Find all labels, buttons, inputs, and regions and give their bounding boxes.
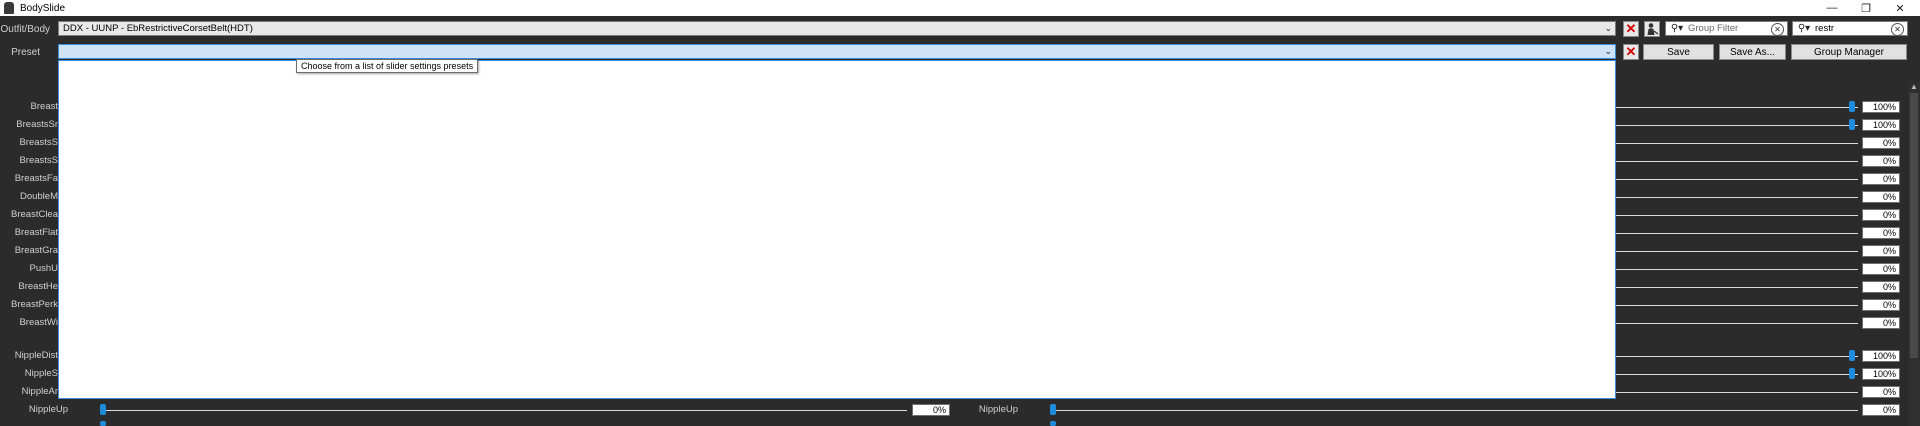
slider-track[interactable] (103, 410, 907, 411)
slider-track[interactable] (1616, 179, 1858, 180)
chevron-down-icon[interactable]: ⌄ (1604, 23, 1612, 34)
slider-track[interactable] (1616, 305, 1858, 306)
slider-value-input[interactable]: 100% (1862, 119, 1900, 131)
slider-value-input[interactable]: 0% (1862, 299, 1900, 311)
slider-label: BreastsS (19, 155, 58, 166)
slider-thumb[interactable] (100, 404, 106, 415)
slider-label: NippleAr (21, 386, 58, 397)
slider-track[interactable] (1616, 323, 1858, 324)
slider-value-input[interactable]: 0% (912, 404, 950, 416)
slider-track[interactable] (1616, 269, 1858, 270)
scrollbar-thumb[interactable] (1910, 93, 1918, 358)
slider-value-input[interactable]: 0% (1862, 173, 1900, 185)
save-as-button[interactable]: Save As... (1719, 44, 1786, 60)
group-filter-input[interactable]: Group Filter (1688, 23, 1738, 34)
slider-track[interactable] (1616, 251, 1858, 252)
slider-value-input[interactable]: 100% (1862, 368, 1900, 380)
slider-value-input[interactable]: 0% (1862, 227, 1900, 239)
slider-label: DoubleM (19, 191, 58, 202)
slider-thumb[interactable] (1050, 404, 1056, 415)
slider-label: BreastWi (19, 317, 58, 328)
slider-panel-scrollbar[interactable]: ▲ (1908, 82, 1920, 426)
clear-search-icon[interactable]: ✕ (1771, 23, 1784, 36)
slider-thumb[interactable] (1849, 101, 1855, 112)
slider-label: BreastGra (14, 245, 58, 256)
slider-track[interactable] (1616, 107, 1858, 108)
slider-label: NippleDist (14, 350, 58, 361)
chevron-down-icon[interactable]: ⌄ (1604, 46, 1612, 57)
group-manager-button[interactable]: Group Manager (1791, 44, 1907, 60)
slider-label: PushU (29, 263, 58, 274)
slider-value-input[interactable]: 0% (1862, 386, 1900, 398)
clear-preset-button[interactable]: ✕ (1623, 44, 1639, 60)
slider-value-input[interactable]: 0% (1862, 404, 1900, 416)
outfit-filter-search[interactable]: ⚲▾ restr ✕ (1792, 21, 1908, 36)
slider-track[interactable] (1053, 410, 1858, 411)
search-icon: ⚲▾ (1797, 23, 1811, 34)
slider-thumb[interactable] (100, 421, 106, 426)
slider-track[interactable] (1616, 215, 1858, 216)
window-title: BodySlide (20, 2, 66, 14)
slider-label: BreastPerk (11, 299, 58, 310)
preset-tooltip: Choose from a list of slider settings pr… (296, 59, 479, 73)
slider-value-input[interactable]: 0% (1862, 191, 1900, 203)
scroll-up-icon[interactable]: ▲ (1909, 82, 1919, 92)
slider-label: NippleUp (28, 404, 68, 415)
slider-label: Breast (30, 101, 58, 112)
slider-value-input[interactable]: 0% (1862, 209, 1900, 221)
search-icon: ⚲▾ (1670, 23, 1684, 34)
slider-track[interactable] (1616, 392, 1858, 393)
slider-track[interactable] (1616, 161, 1858, 162)
outfit-body-value: DDX - UUNP - EbRestrictiveCorsetBelt(HDT… (63, 23, 253, 34)
slider-value-input[interactable]: 0% (1862, 281, 1900, 293)
slider-track[interactable] (1616, 356, 1858, 357)
save-button[interactable]: Save (1643, 44, 1714, 60)
clear-search-icon[interactable]: ✕ (1891, 23, 1904, 36)
outfit-filter-toggle-button[interactable] (1644, 21, 1660, 37)
close-icon[interactable]: ✕ (1880, 0, 1920, 16)
person-icon (1647, 23, 1659, 35)
preset-combo[interactable]: ⌄ (58, 44, 1616, 59)
slider-value-input[interactable]: 0% (1862, 137, 1900, 149)
outfit-filter-input[interactable]: restr (1815, 23, 1834, 34)
slider-value-input[interactable]: 0% (1862, 263, 1900, 275)
slider-value-input[interactable]: 100% (1862, 101, 1900, 113)
bodyslide-app-icon (4, 2, 14, 14)
slider-label: BreastHe (18, 281, 58, 292)
slider-value-input[interactable]: 0% (1862, 155, 1900, 167)
slider-value-input[interactable]: 100% (1862, 350, 1900, 362)
slider-thumb[interactable] (1849, 119, 1855, 130)
slider-label: NippleS (24, 368, 58, 379)
slider-track[interactable] (1616, 374, 1858, 375)
preset-label: Preset (11, 47, 40, 58)
outfit-body-label: Outfit/Body (0, 24, 50, 35)
slider-thumb[interactable] (1849, 368, 1855, 379)
slider-track[interactable] (1616, 233, 1858, 234)
slider-label: BreastsFa (14, 173, 58, 184)
slider-value-input[interactable]: 0% (1862, 317, 1900, 329)
group-filter-search[interactable]: ⚲▾ Group Filter ✕ (1665, 21, 1788, 36)
slider-track[interactable] (1616, 125, 1858, 126)
slider-value-input[interactable]: 0% (1862, 245, 1900, 257)
slider-label: BreastsS (19, 137, 58, 148)
title-bar: BodySlide (0, 0, 1920, 16)
slider-thumb[interactable] (1050, 421, 1056, 426)
slider-label: BreastFlat (14, 227, 58, 238)
slider-label: NippleUp (978, 404, 1018, 415)
slider-label: BreastsSr (16, 119, 58, 130)
slider-track[interactable] (1616, 143, 1858, 144)
slider-thumb[interactable] (1849, 350, 1855, 361)
outfit-body-combo[interactable]: DDX - UUNP - EbRestrictiveCorsetBelt(HDT… (58, 21, 1616, 36)
slider-track[interactable] (1616, 287, 1858, 288)
preset-dropdown-list[interactable] (58, 60, 1616, 399)
slider-label: BreastClea (11, 209, 58, 220)
clear-outfit-button[interactable]: ✕ (1623, 21, 1639, 37)
slider-track[interactable] (1616, 197, 1858, 198)
